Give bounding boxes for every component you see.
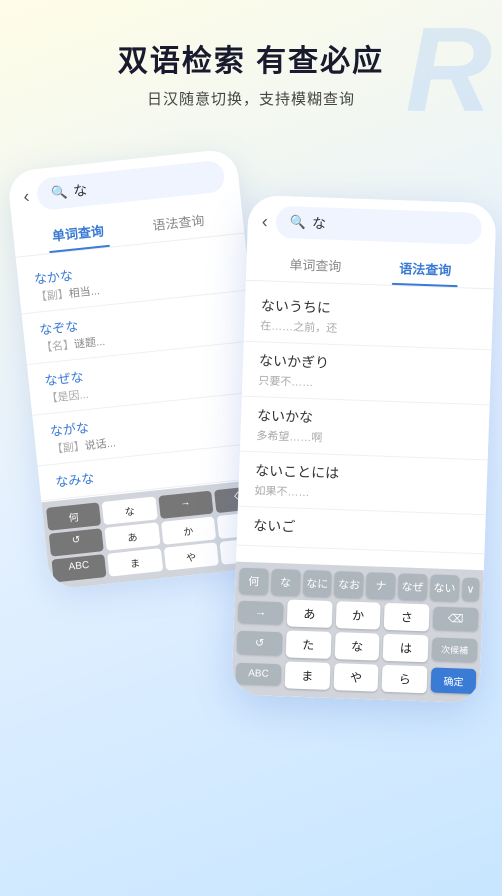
front-phone-ui: ‹ 🔍 な 单词查询 语法查询 ないうちに 在……之前，还 ないかぎり bbox=[231, 195, 496, 703]
grammar-item[interactable]: ないうちに 在……之前，还 bbox=[244, 287, 494, 351]
front-keyboard: 何 な なに なお ナ なぜ ない ∨ → あ か さ ⌫ bbox=[231, 562, 483, 704]
kb-か[interactable]: か bbox=[335, 601, 381, 630]
front-search-query: な bbox=[312, 213, 327, 233]
kb-key-arrow[interactable]: → bbox=[158, 491, 213, 519]
kb-key-abc[interactable]: ABC bbox=[51, 554, 106, 582]
kb-key-あ[interactable]: あ bbox=[105, 522, 160, 550]
kb-あ[interactable]: あ bbox=[287, 599, 333, 628]
kb-ら[interactable]: ら bbox=[382, 665, 428, 694]
kana-何[interactable]: 何 bbox=[239, 568, 269, 595]
back-word-list: なかな 【副】相当... なぞな 【名】谜题... なぜな 【是因... ながな… bbox=[16, 234, 270, 503]
kana-ナ[interactable]: ナ bbox=[366, 572, 396, 599]
front-search-box[interactable]: 🔍 な bbox=[275, 206, 482, 245]
kb-key-か[interactable]: か bbox=[161, 516, 216, 544]
kb-key-reset[interactable]: ↺ bbox=[49, 528, 104, 556]
tab-grammar-front[interactable]: 语法查询 bbox=[370, 251, 481, 288]
front-search-bar: ‹ 🔍 な bbox=[247, 195, 497, 252]
grammar-jp: ないご bbox=[253, 515, 470, 543]
kb-や[interactable]: や bbox=[333, 663, 379, 692]
kb-key-何[interactable]: 何 bbox=[46, 502, 101, 530]
kb-confirm[interactable]: 确定 bbox=[431, 667, 477, 694]
kana-なに[interactable]: なに bbox=[302, 570, 332, 597]
kana-な[interactable]: な bbox=[271, 569, 301, 596]
kb-reset[interactable]: ↺ bbox=[237, 631, 283, 656]
hero-title: 双语检索 有查必应 bbox=[20, 36, 482, 80]
search-icon: 🔍 bbox=[50, 184, 68, 202]
front-back-button[interactable]: ‹ bbox=[262, 211, 269, 232]
kb-key-ま[interactable]: ま bbox=[107, 548, 162, 576]
grammar-item[interactable]: ないかな 多希望……啊 bbox=[240, 397, 490, 461]
kb-key-や[interactable]: や bbox=[163, 542, 218, 570]
kb-arrow[interactable]: → bbox=[238, 600, 284, 624]
kana-ない[interactable]: ない bbox=[430, 574, 460, 601]
kb-row-front-3: ABC ま や ら 确定 bbox=[236, 660, 477, 695]
tab-vocab-front[interactable]: 单词查询 bbox=[260, 247, 371, 284]
hero-section: 双语检索 有查必应 日汉随意切换，支持模糊查询 bbox=[0, 0, 502, 129]
kb-row-front-1: → あ か さ ⌫ bbox=[238, 598, 479, 633]
kb-row-front-2: ↺ た な は 次候補 bbox=[237, 629, 478, 664]
grammar-item[interactable]: ないことには 如果不…… bbox=[238, 452, 488, 516]
kana-なぜ[interactable]: なぜ bbox=[398, 573, 428, 600]
kb-た[interactable]: た bbox=[285, 630, 331, 659]
back-button[interactable]: ‹ bbox=[22, 185, 30, 207]
grammar-item[interactable]: ないかぎり 只要不…… bbox=[242, 342, 492, 406]
grammar-item[interactable]: ないご bbox=[237, 507, 486, 555]
front-search-icon: 🔍 bbox=[290, 214, 307, 231]
kb-abc[interactable]: ABC bbox=[236, 663, 282, 686]
kb-key-な[interactable]: な bbox=[102, 496, 157, 524]
kb-さ[interactable]: さ bbox=[384, 603, 430, 632]
kb-ま[interactable]: ま bbox=[284, 661, 330, 690]
kb-な[interactable]: な bbox=[334, 632, 380, 661]
front-phone: ‹ 🔍 な 单词查询 语法查询 ないうちに 在……之前，还 ないかぎり bbox=[231, 195, 496, 703]
kb-は[interactable]: は bbox=[383, 634, 429, 663]
kana-suggestion-row: 何 な なに なお ナ なぜ ない ∨ bbox=[239, 568, 480, 602]
kana-chevron[interactable]: ∨ bbox=[461, 577, 479, 601]
phones-container: ‹ 🔍 な 单词查询 语法查询 なかな 【副】相当... なぞな 【名】 bbox=[0, 139, 502, 779]
front-grammar-list: ないうちに 在……之前，还 ないかぎり 只要不…… ないかな 多希望……啊 ない… bbox=[236, 281, 494, 570]
kana-なお[interactable]: なお bbox=[334, 571, 364, 598]
kb-delete[interactable]: ⌫ bbox=[433, 607, 479, 632]
kb-next-candidate[interactable]: 次候補 bbox=[432, 638, 478, 663]
search-query: な bbox=[72, 180, 88, 201]
hero-subtitle: 日汉随意切换，支持模糊查询 bbox=[20, 88, 482, 109]
